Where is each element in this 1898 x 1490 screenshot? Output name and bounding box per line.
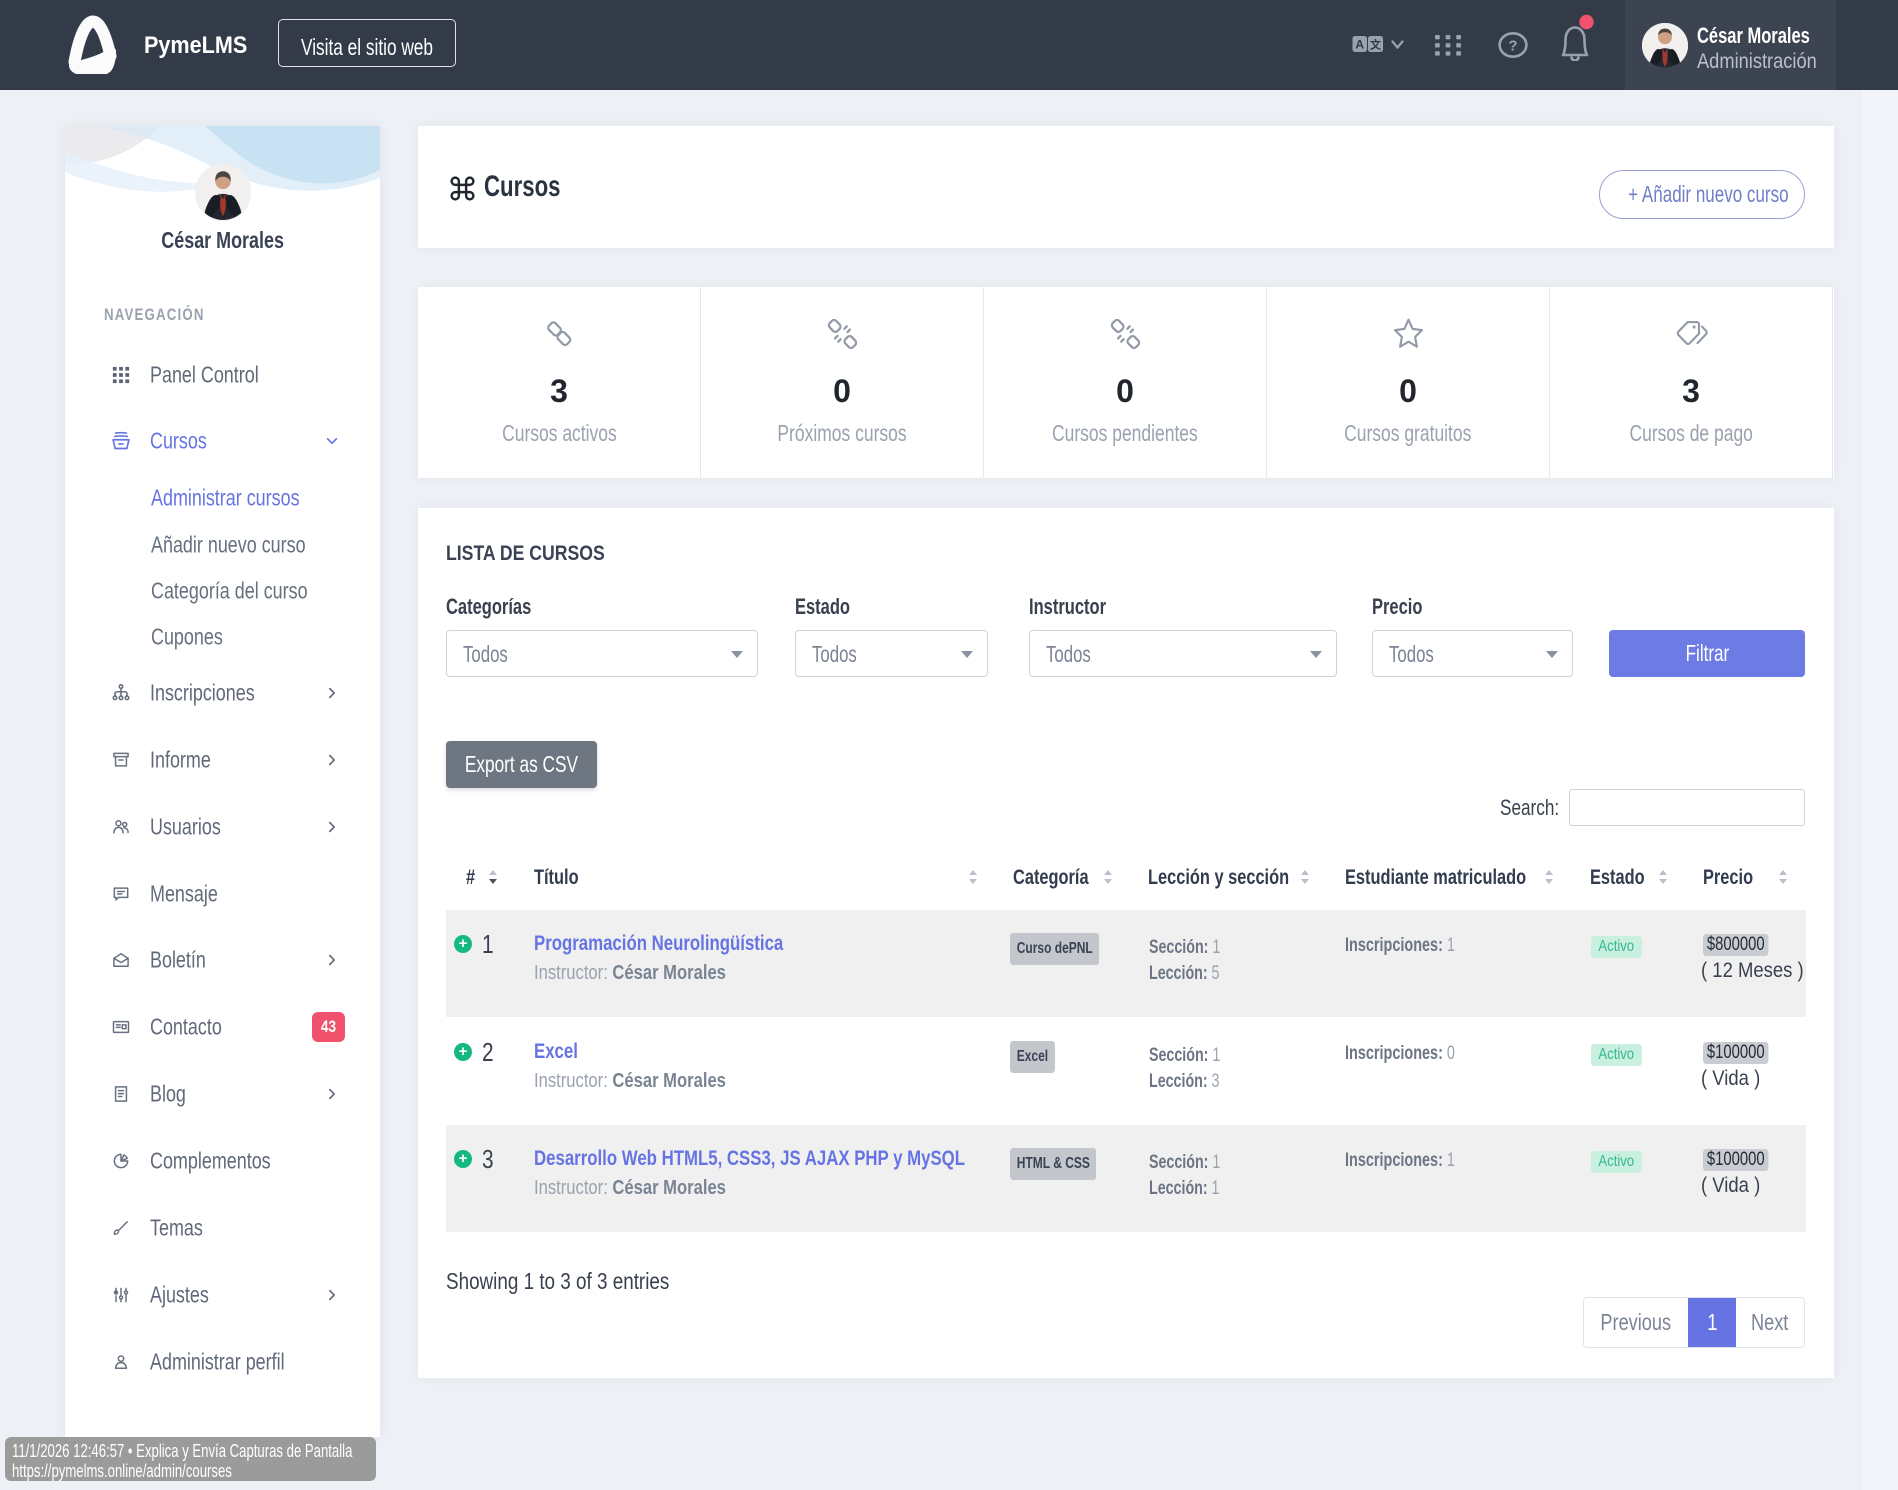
svg-text:?: ? — [1508, 38, 1517, 55]
svg-text:A: A — [1355, 38, 1364, 52]
svg-text:文: 文 — [1370, 38, 1382, 52]
